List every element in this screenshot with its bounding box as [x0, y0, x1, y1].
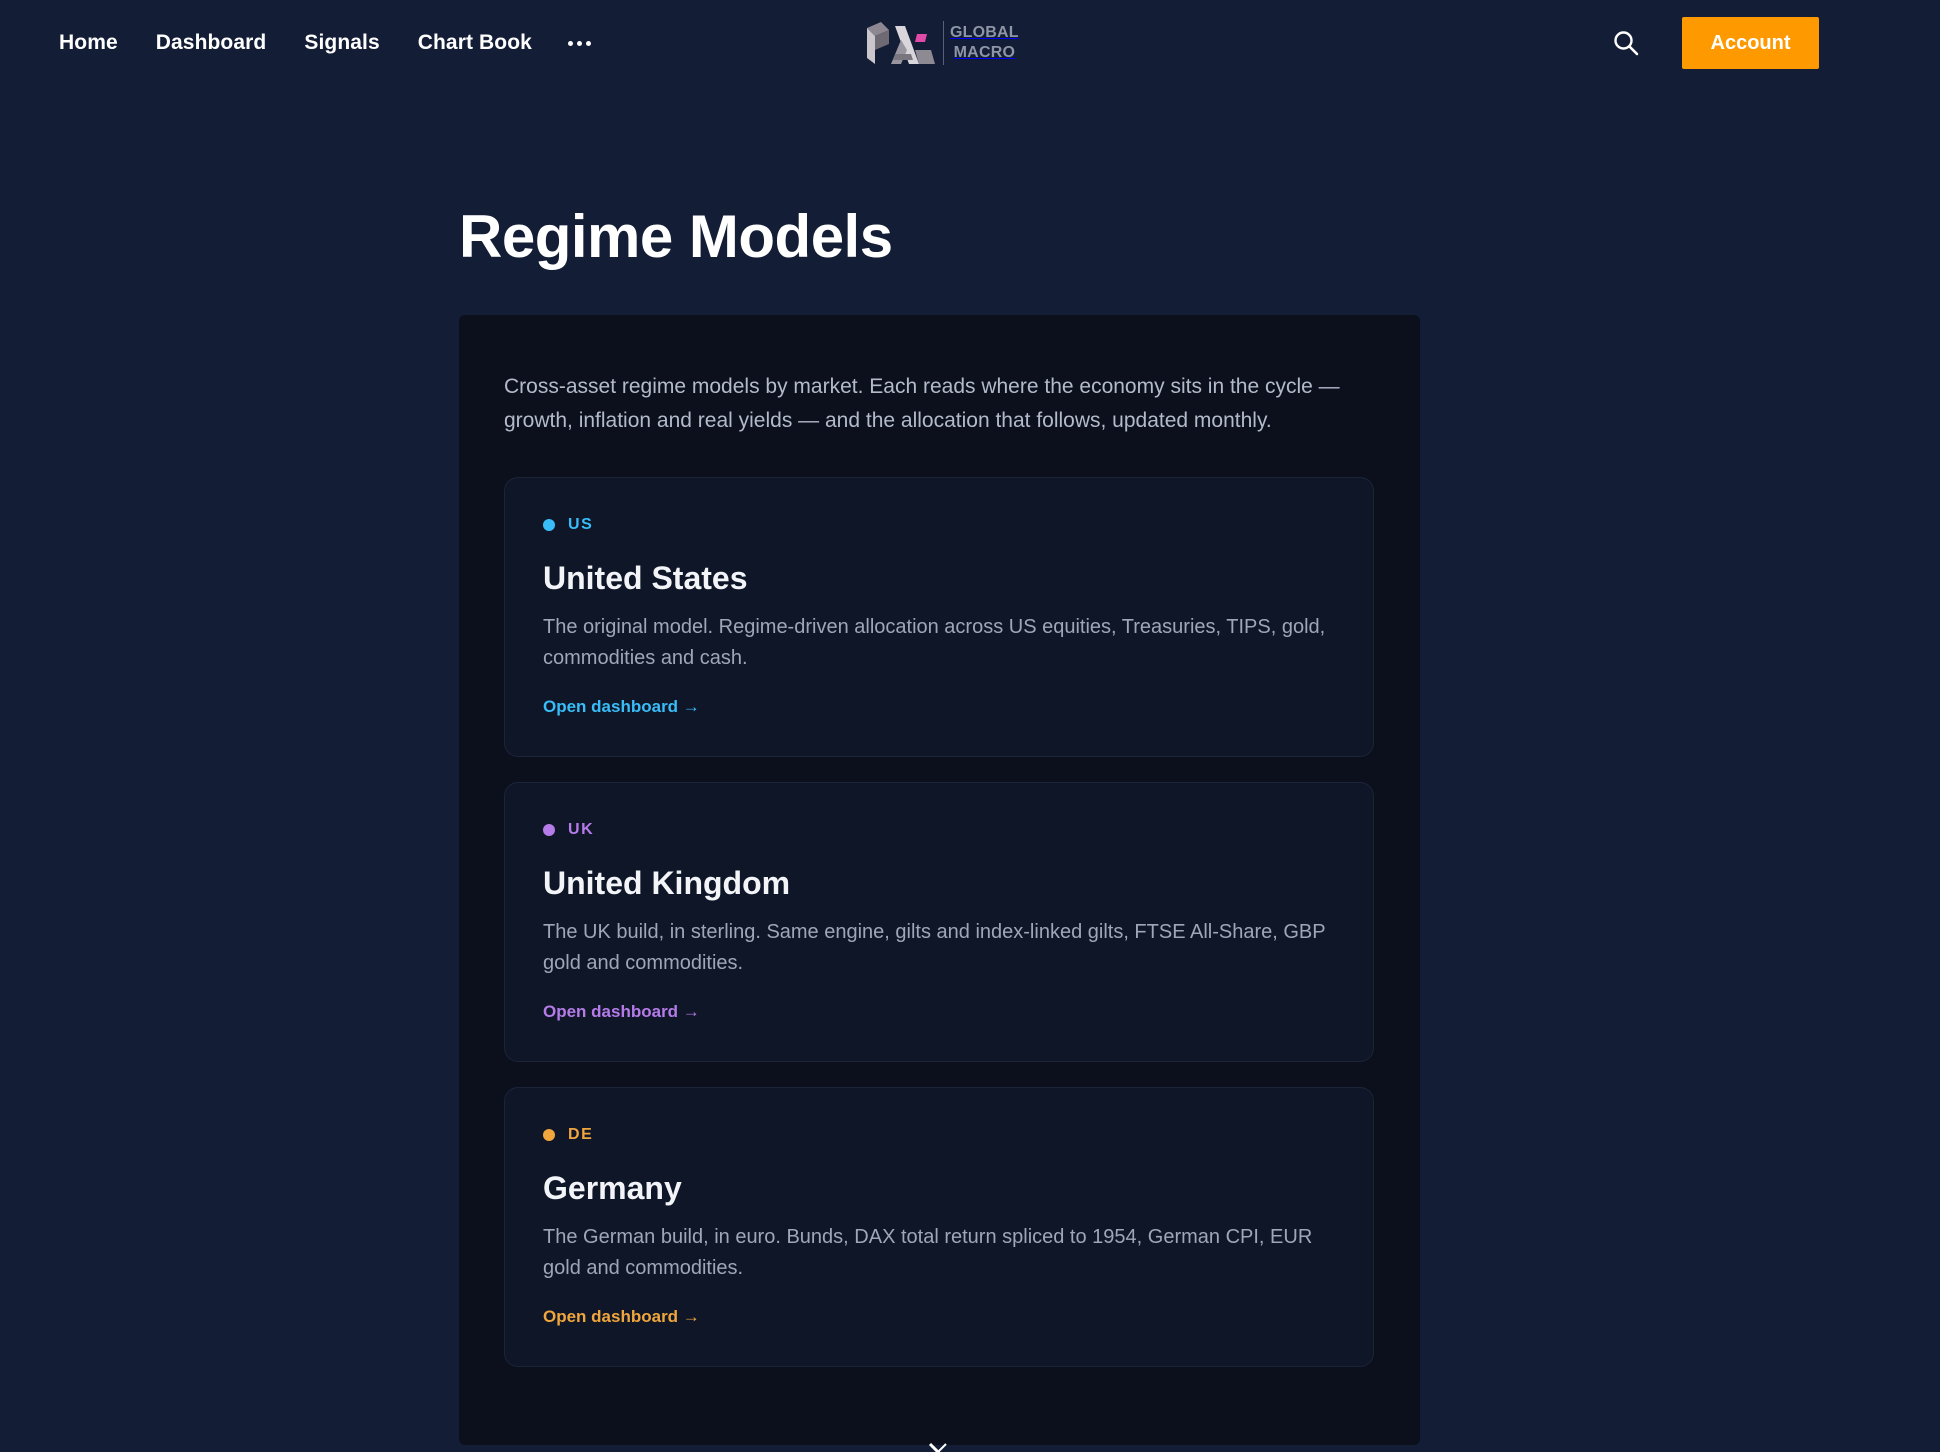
- primary-nav: Home Dashboard Signals Chart Book: [59, 0, 591, 86]
- nav-home-link[interactable]: Home: [59, 31, 118, 55]
- status-dot-icon: [543, 519, 555, 531]
- market-tag: US: [543, 516, 593, 534]
- card-title: Germany: [543, 1170, 682, 1206]
- more-horizontal-icon[interactable]: [567, 33, 591, 53]
- model-card-uk: UK United Kingdom The UK build, in sterl…: [504, 782, 1374, 1062]
- card-title: United States: [543, 560, 748, 596]
- status-dot-icon: [543, 1129, 555, 1141]
- search-icon[interactable]: [1612, 29, 1640, 57]
- card-description: The UK build, in sterling. Same engine, …: [543, 921, 1326, 974]
- card-description: The German build, in euro. Bunds, DAX to…: [543, 1226, 1313, 1279]
- brand-line-1: GLOBAL: [950, 24, 1019, 41]
- open-dashboard-link[interactable]: Open dashboard →: [543, 697, 700, 717]
- brand-line-2: MACRO: [953, 44, 1016, 61]
- model-card-us: US United States The original model. Reg…: [504, 477, 1374, 757]
- market-tag: UK: [543, 821, 594, 839]
- brand-divider: [943, 21, 944, 65]
- market-tag: DE: [543, 1126, 593, 1144]
- account-button[interactable]: Account: [1682, 17, 1819, 69]
- top-navigation: Home Dashboard Signals Chart Book GLOBAL…: [0, 0, 1940, 86]
- model-card-de: DE Germany The German build, in euro. Bu…: [504, 1087, 1374, 1367]
- nav-chart-book-link[interactable]: Chart Book: [418, 31, 532, 55]
- brand-logo-link[interactable]: GLOBAL MACRO: [865, 18, 1019, 68]
- open-dashboard-link[interactable]: Open dashboard →: [543, 1002, 700, 1022]
- nav-dashboard-link[interactable]: Dashboard: [156, 31, 267, 55]
- card-title: United Kingdom: [543, 865, 791, 901]
- open-dashboard-link[interactable]: Open dashboard →: [543, 1307, 700, 1327]
- market-code: US: [568, 516, 594, 533]
- market-code: DE: [568, 1126, 594, 1143]
- pa-logo-icon: [867, 22, 935, 64]
- nav-signals-link[interactable]: Signals: [304, 31, 379, 55]
- card-description: The original model. Regime-driven alloca…: [543, 616, 1326, 669]
- market-code: UK: [568, 821, 595, 838]
- page-title: Regime Models: [459, 203, 893, 270]
- status-dot-icon: [543, 824, 555, 836]
- regime-models-panel: Cross-asset regime models by market. Eac…: [459, 315, 1420, 1445]
- intro-text: Cross-asset regime models by market. Eac…: [504, 375, 1340, 432]
- brand-wordmark: GLOBAL MACRO: [950, 23, 1019, 63]
- x-logo-icon[interactable]: [927, 1441, 949, 1452]
